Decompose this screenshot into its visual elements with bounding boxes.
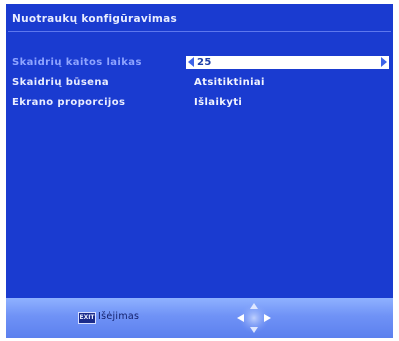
left-arrow-icon[interactable] bbox=[188, 57, 194, 67]
setting-value: Išlaikyti bbox=[194, 97, 243, 108]
photo-settings-screen: Nuotraukų konfigūravimas Skaidrių kaitos… bbox=[6, 4, 393, 338]
setting-value: Atsitiktiniai bbox=[194, 77, 265, 88]
setting-label: Skaidrių kaitos laikas bbox=[12, 57, 142, 68]
exit-key-icon: EXIT bbox=[78, 312, 96, 324]
screen-title: Nuotraukų konfigūravimas bbox=[12, 13, 178, 25]
setting-row-slide-interval[interactable]: Skaidrių kaitos laikas 25 bbox=[12, 56, 389, 70]
footer-bar: EXIT Išėjimas bbox=[6, 298, 393, 338]
setting-row-aspect-ratio[interactable]: Ekrano proporcijos Išlaikyti bbox=[12, 96, 389, 110]
right-arrow-icon[interactable] bbox=[381, 57, 387, 67]
setting-label: Skaidrių būsena bbox=[12, 77, 110, 88]
setting-value: 25 bbox=[197, 57, 212, 68]
title-divider bbox=[8, 31, 391, 32]
setting-value-selector[interactable]: 25 bbox=[186, 56, 389, 69]
dpad-navigation-icon bbox=[237, 303, 271, 333]
exit-label: Išėjimas bbox=[98, 311, 140, 322]
setting-label: Ekrano proporcijos bbox=[12, 97, 126, 108]
setting-row-slide-mode[interactable]: Skaidrių būsena Atsitiktiniai bbox=[12, 76, 389, 90]
